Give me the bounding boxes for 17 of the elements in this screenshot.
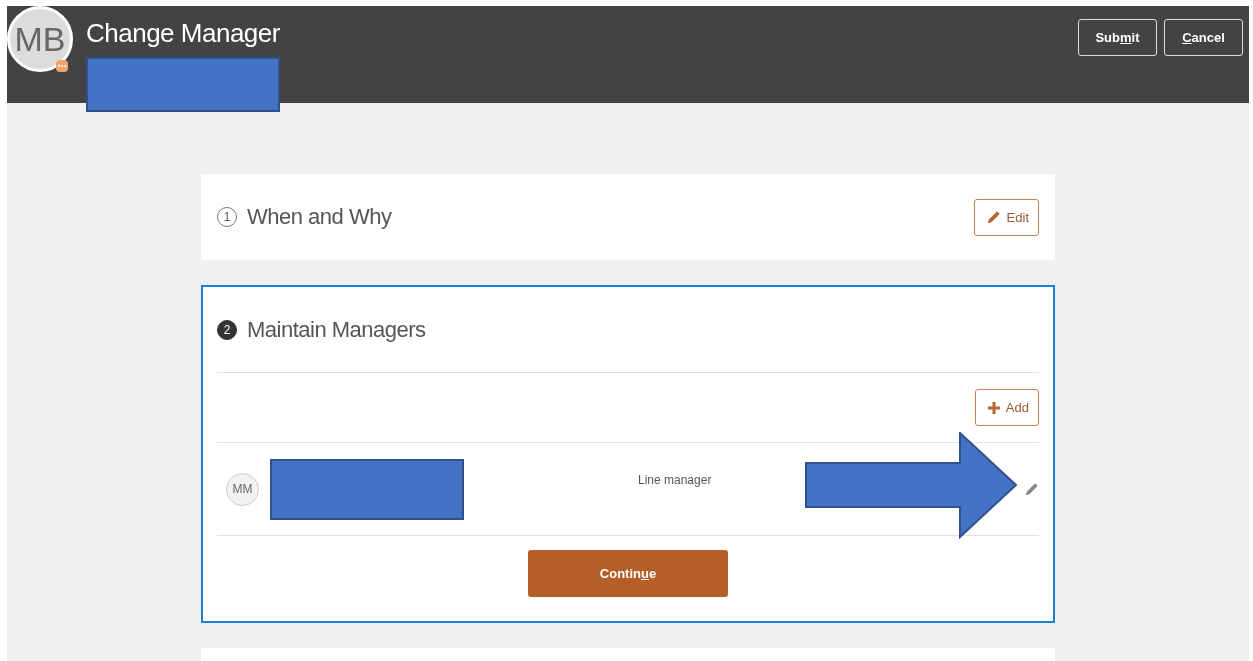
edit-pencil-icon — [1025, 482, 1039, 496]
manager-avatar: MM — [226, 472, 259, 506]
continue-button[interactable]: Continue — [528, 550, 728, 597]
header-button[interactable]: Submit — [1078, 19, 1157, 56]
add-button[interactable]: Add — [974, 389, 1039, 426]
step-number: 2 — [217, 319, 237, 340]
more-icon — [56, 60, 68, 72]
header-button[interactable]: Cancel — [1164, 19, 1243, 56]
plus-icon — [987, 401, 1000, 414]
manager-role: Line manager — [638, 473, 713, 487]
step-title: Maintain Managers — [247, 316, 427, 343]
page-title: Change Manager — [86, 18, 280, 49]
step-title: When and Why — [247, 204, 393, 230]
step-number: 1 — [217, 207, 237, 227]
pencil-icon — [986, 210, 1001, 224]
user-avatar: MB — [7, 6, 73, 72]
edit-button[interactable]: Edit — [973, 198, 1039, 236]
